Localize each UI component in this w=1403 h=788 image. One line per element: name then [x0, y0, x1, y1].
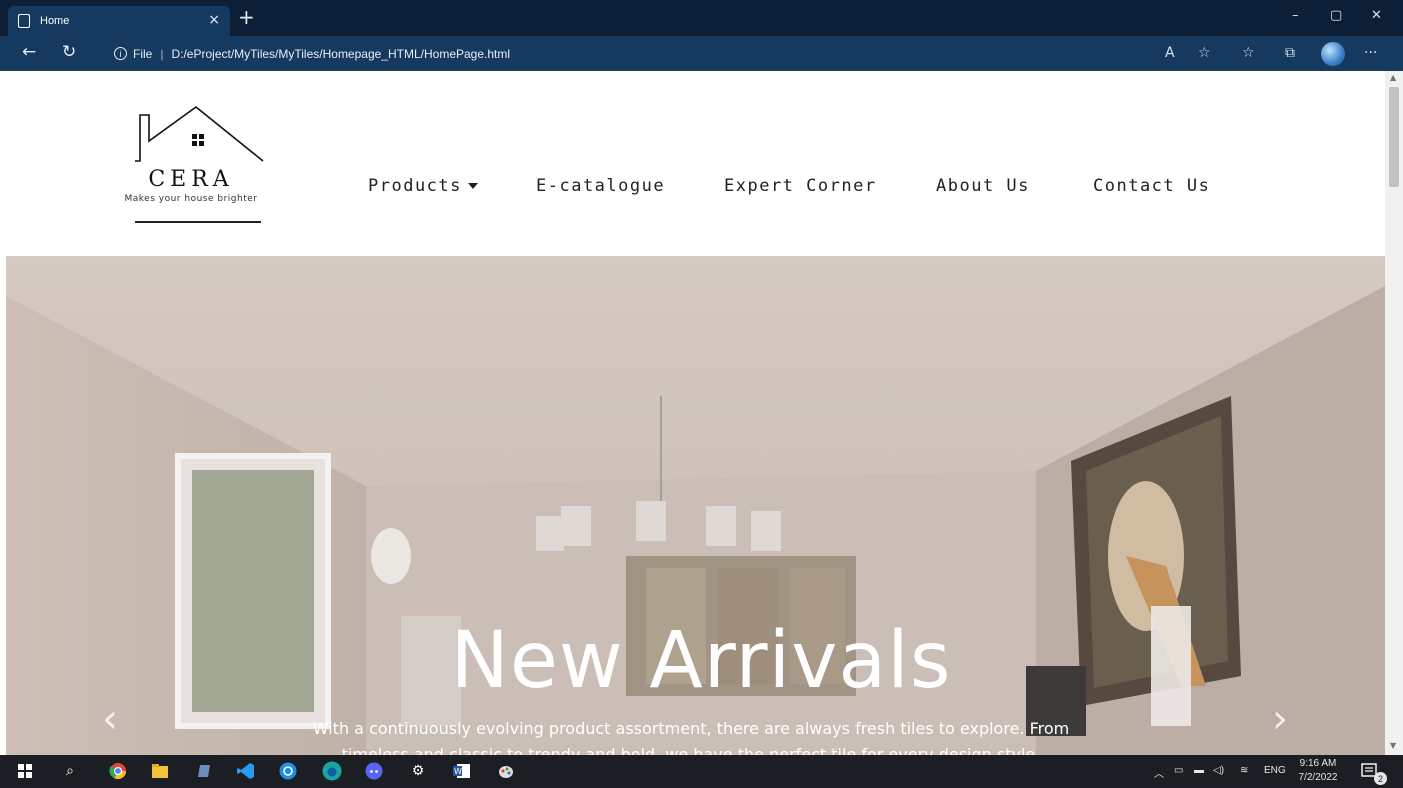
file-explorer-icon[interactable] — [150, 761, 170, 781]
tab-title: Home — [40, 15, 70, 27]
wifi-icon[interactable]: ≋ — [1240, 765, 1248, 776]
notification-count-badge: 2 — [1374, 772, 1387, 785]
info-icon[interactable]: i — [114, 47, 127, 60]
favorite-star-icon[interactable]: ☆ — [1198, 45, 1211, 61]
more-icon[interactable]: ··· — [1364, 45, 1377, 61]
close-window-button[interactable]: ✕ — [1371, 8, 1382, 23]
brand-tagline: Makes your house brighter — [124, 194, 258, 204]
house-roof-icon — [135, 105, 264, 162]
app-icon[interactable] — [278, 761, 298, 781]
caret-down-icon — [467, 183, 478, 189]
back-arrow-icon[interactable]: ← — [22, 42, 36, 62]
tab-close-icon[interactable]: × — [208, 12, 220, 28]
scroll-up-icon[interactable]: ▲ — [1390, 73, 1396, 82]
windows-start-icon[interactable] — [15, 761, 35, 781]
nav-expert-corner[interactable]: Expert Corner — [724, 174, 877, 198]
nav-contact-us[interactable]: Contact Us — [1093, 174, 1210, 198]
url-scheme: File — [133, 46, 153, 61]
system-clock[interactable]: 9:16 AM 7/2/2022 — [1294, 757, 1342, 785]
nav-products-label: Products — [368, 176, 462, 196]
nav-e-catalogue[interactable]: E-catalogue — [536, 174, 665, 198]
browser-tab-home[interactable]: Home × — [8, 6, 230, 36]
restore-button[interactable]: ▢ — [1330, 8, 1342, 23]
minimize-button[interactable]: – — [1292, 8, 1299, 23]
word-icon[interactable]: W — [452, 761, 472, 781]
notes-app-icon[interactable] — [194, 761, 214, 781]
browser-tab-bar: Home × + – ▢ ✕ — [0, 0, 1403, 36]
logo-underline — [135, 221, 261, 223]
windows-taskbar: ⌕ ⚙ W ︿ ▭ ▬ ◁) ≋ ENG 9:16 AM 7/2/2022 2 — [0, 755, 1403, 788]
brand-name: CERA — [148, 167, 234, 192]
paint-app-icon[interactable] — [496, 761, 516, 781]
nav-about-us[interactable]: About Us — [936, 174, 1030, 198]
tray-meet-icon[interactable]: ▭ — [1174, 765, 1183, 776]
refresh-icon[interactable]: ↻ — [62, 42, 76, 62]
volume-icon[interactable]: ◁) — [1213, 765, 1224, 776]
clock-date: 7/2/2022 — [1298, 772, 1338, 783]
settings-gear-icon[interactable]: ⚙ — [408, 761, 428, 781]
new-tab-button[interactable]: + — [238, 6, 255, 28]
tray-chevron-up-icon[interactable]: ︿ — [1154, 765, 1164, 780]
url-path: D:/eProject/MyTiles/MyTiles/Homepage_HTM… — [171, 46, 511, 61]
edge-icon[interactable] — [322, 761, 342, 781]
search-icon[interactable]: ⌕ — [60, 761, 80, 781]
battery-icon[interactable]: ▬ — [1194, 765, 1204, 776]
collections-icon[interactable]: ⧉ — [1285, 45, 1295, 61]
hero-carousel: New Arrivals With a continuously evolvin… — [6, 256, 1385, 755]
vscode-icon[interactable] — [236, 761, 256, 781]
discord-icon[interactable] — [364, 761, 384, 781]
scroll-down-icon[interactable]: ▼ — [1390, 741, 1396, 750]
nav-about-us-label: About Us — [936, 176, 1030, 196]
language-indicator[interactable]: ENG — [1264, 765, 1286, 776]
read-aloud-icon[interactable]: A — [1165, 45, 1175, 61]
site-logo[interactable]: CERA Makes your house brighter — [108, 101, 278, 231]
url-field[interactable]: i File | D:/eProject/MyTiles/MyTiles/Hom… — [98, 41, 1208, 66]
carousel-prev-icon[interactable]: ‹ — [102, 696, 118, 742]
profile-avatar[interactable] — [1321, 42, 1345, 66]
scroll-thumb[interactable] — [1389, 87, 1399, 187]
carousel-next-icon[interactable]: › — [1272, 696, 1288, 742]
chrome-icon[interactable] — [108, 761, 128, 781]
nav-e-catalogue-label: E-catalogue — [536, 176, 666, 196]
hero-description: With a continuously evolving product ass… — [312, 719, 1070, 755]
page-scrollbar[interactable]: ▲ ▼ — [1385, 71, 1403, 755]
nav-expert-corner-label: Expert Corner — [724, 176, 877, 196]
clock-time: 9:16 AM — [1299, 758, 1337, 769]
nav-contact-us-label: Contact Us — [1093, 176, 1211, 196]
svg-text:W: W — [454, 767, 462, 776]
page-icon — [18, 14, 30, 28]
browser-address-bar: ← ↻ i File | D:/eProject/MyTiles/MyTiles… — [0, 36, 1403, 71]
url-separator: | — [160, 46, 164, 61]
hero-title: New Arrivals — [450, 616, 952, 706]
favorites-icon[interactable]: ☆ — [1242, 45, 1255, 61]
nav-products[interactable]: Products — [368, 174, 478, 198]
web-page: CERA Makes your house brighter Products … — [0, 71, 1385, 755]
